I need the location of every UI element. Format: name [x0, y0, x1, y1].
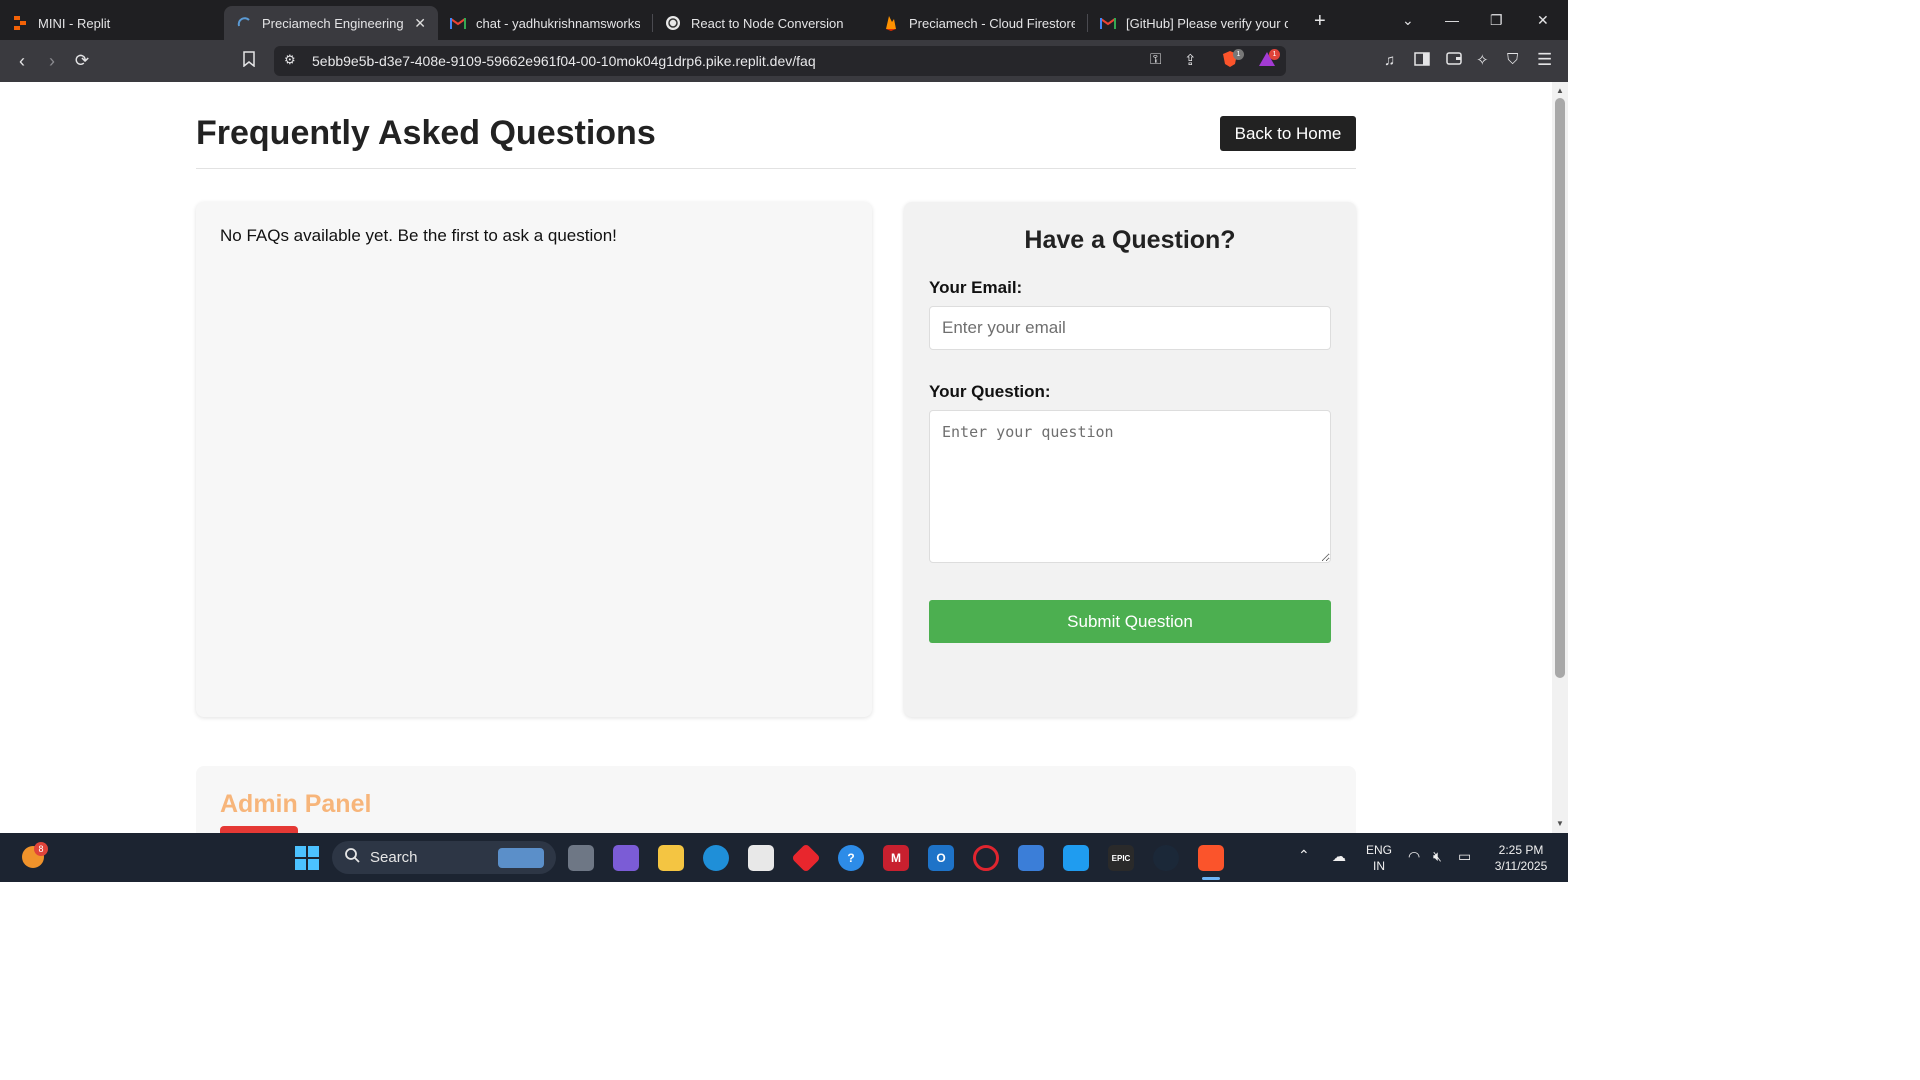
tab-react-node[interactable]: React to Node Conversion	[653, 6, 871, 40]
wallet-icon[interactable]	[1446, 51, 1462, 69]
forward-arrow-icon[interactable]: ›	[37, 51, 67, 72]
close-window-icon[interactable]: ✕	[1537, 0, 1549, 40]
steam-icon[interactable]	[1153, 845, 1179, 871]
question-form-panel: Have a Question? Your Email: Your Questi…	[904, 202, 1356, 717]
share-icon[interactable]: ⇪	[1184, 51, 1197, 69]
search-highlight-image	[497, 847, 544, 868]
language-code: ENG	[1365, 843, 1392, 857]
media-music-icon[interactable]: ♫	[1384, 52, 1395, 69]
url-text: 5ebb9e5b-d3e7-408e-9109-59662e961f04-00-…	[312, 53, 816, 69]
clock-time: 2:25 PM	[1498, 843, 1544, 857]
battery-icon[interactable]: ▭	[1458, 848, 1471, 864]
tab-title: Preciamech Engineering Co	[262, 15, 406, 31]
browser-tab-strip: MINI - Replit Preciamech Engineering Co …	[0, 0, 1568, 40]
mcafee-icon[interactable]: M	[883, 845, 909, 871]
widget-badge: 8	[34, 842, 48, 856]
epic-games-icon[interactable]: EPIC	[1108, 845, 1134, 871]
submit-question-button[interactable]: Submit Question	[929, 600, 1331, 643]
minimize-icon[interactable]: —	[1445, 0, 1459, 40]
question-label: Your Question:	[929, 382, 1051, 401]
speaker-muted-icon[interactable]: 🔇︎	[1433, 848, 1442, 864]
photos-icon[interactable]	[1018, 845, 1044, 871]
tray-overflow-chevron-icon[interactable]: ⌃	[1298, 847, 1310, 863]
tab-list-chevron-icon[interactable]: ⌄	[1402, 0, 1414, 40]
password-key-icon[interactable]: ⚿	[1150, 51, 1161, 68]
sidebar-toggle-icon[interactable]	[1414, 51, 1430, 71]
restore-icon[interactable]: ❐	[1490, 0, 1503, 40]
faq-empty-message: No FAQs available yet. Be the first to a…	[220, 226, 617, 245]
windows-taskbar: 8 Search ? M O EPIC ⌃ ☁ ENG IN ◠ 🔇︎ ▭ 2:…	[0, 833, 1568, 882]
bookmark-icon[interactable]	[242, 51, 256, 71]
anydesk-icon[interactable]	[791, 843, 821, 873]
email-label: Your Email:	[929, 278, 1023, 297]
vscode-icon[interactable]	[1063, 845, 1089, 871]
tab-title: React to Node Conversion	[691, 15, 844, 31]
gmail-icon	[1100, 15, 1116, 31]
copilot-icon[interactable]	[613, 845, 639, 871]
task-view-icon[interactable]	[568, 845, 594, 871]
header-divider	[196, 168, 1356, 169]
email-input[interactable]	[929, 306, 1331, 350]
clock-date: 3/11/2025	[1494, 859, 1548, 873]
windows-start-icon[interactable]	[294, 845, 320, 871]
gmail-icon	[450, 15, 466, 31]
active-app-indicator	[1202, 877, 1220, 880]
admin-action-button[interactable]	[220, 826, 298, 833]
search-label: Search	[370, 849, 418, 866]
back-to-home-button[interactable]: Back to Home	[1220, 116, 1356, 151]
new-tab-plus-icon[interactable]: +	[1314, 10, 1326, 33]
tab-title: MINI - Replit	[38, 15, 111, 31]
tab-preciamech-engineering[interactable]: Preciamech Engineering Co ✕	[224, 6, 438, 40]
tab-github-verify[interactable]: [GitHub] Please verify your devi	[1088, 6, 1300, 40]
back-arrow-icon[interactable]: ‹	[7, 51, 37, 72]
brave-browser-icon[interactable]	[1198, 845, 1224, 871]
onedrive-icon[interactable]: ☁	[1332, 848, 1346, 864]
browser-toolbar: ‹ › ⟳ ⚙ 5ebb9e5b-d3e7-408e-9109-59662e96…	[0, 40, 1568, 82]
shield-count-badge: 1	[1233, 49, 1244, 60]
page-scrollbar[interactable]: ▲ ▼	[1552, 82, 1568, 833]
firebase-icon	[883, 15, 899, 31]
file-explorer-icon[interactable]	[658, 845, 684, 871]
search-icon	[344, 847, 360, 868]
reload-icon[interactable]: ⟳	[67, 51, 97, 71]
faq-list-panel: No FAQs available yet. Be the first to a…	[196, 202, 872, 717]
taskbar-search[interactable]: Search	[332, 841, 556, 874]
opera-icon[interactable]	[973, 845, 999, 871]
edge-browser-icon[interactable]	[703, 845, 729, 871]
scroll-up-icon[interactable]: ▲	[1556, 86, 1564, 95]
menu-hamburger-icon[interactable]: ☰	[1537, 50, 1552, 70]
help-icon[interactable]: ?	[838, 845, 864, 871]
vpn-shield-icon[interactable]: ⛉	[1507, 51, 1518, 68]
language-indicator[interactable]: ENG IN	[1364, 842, 1394, 874]
page-viewport: Frequently Asked Questions Back to Home …	[0, 82, 1552, 833]
question-form-heading: Have a Question?	[1024, 226, 1236, 254]
region-code: IN	[1373, 859, 1385, 873]
scrollbar-thumb[interactable]	[1555, 98, 1565, 678]
tab-title: Preciamech - Cloud Firestore - F	[909, 15, 1075, 31]
tab-title: chat - yadhukrishnamsworks@g	[476, 15, 640, 31]
site-settings-icon[interactable]: ⚙	[284, 52, 296, 68]
question-textarea[interactable]	[929, 410, 1331, 563]
microsoft-store-icon[interactable]	[748, 845, 774, 871]
tab-title: [GitHub] Please verify your devi	[1126, 15, 1288, 31]
tab-mini-replit[interactable]: MINI - Replit	[0, 6, 218, 40]
rewards-count-badge: 1	[1269, 49, 1280, 60]
tab-firestore[interactable]: Preciamech - Cloud Firestore - F	[871, 6, 1087, 40]
wifi-icon[interactable]: ◠	[1408, 848, 1420, 864]
close-tab-icon[interactable]: ✕	[414, 15, 426, 32]
replit-icon	[12, 15, 28, 31]
page-title: Frequently Asked Questions	[196, 114, 656, 152]
leo-ai-icon[interactable]: ✧	[1476, 51, 1489, 69]
address-bar[interactable]: ⚙ 5ebb9e5b-d3e7-408e-9109-59662e961f04-0…	[274, 46, 1286, 76]
outlook-icon[interactable]: O	[928, 845, 954, 871]
chatgpt-icon	[665, 15, 681, 31]
loading-spinner-icon	[236, 15, 252, 31]
scroll-down-icon[interactable]: ▼	[1556, 819, 1564, 828]
admin-panel: Admin Panel	[196, 766, 1356, 833]
clock[interactable]: 2:25 PM 3/11/2025	[1488, 842, 1554, 874]
admin-panel-heading: Admin Panel	[220, 790, 372, 818]
tab-gmail-chat[interactable]: chat - yadhukrishnamsworks@g	[438, 6, 652, 40]
